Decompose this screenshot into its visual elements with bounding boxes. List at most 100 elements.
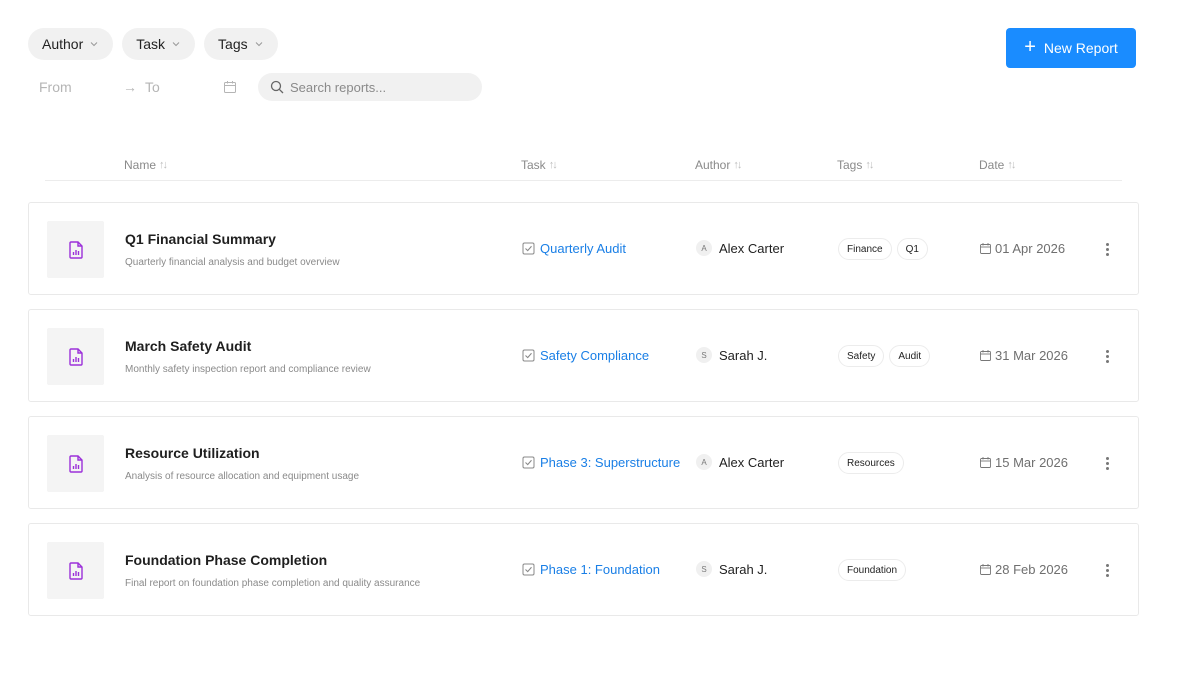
report-description: Quarterly financial analysis and budget … <box>125 257 340 268</box>
task-filter[interactable]: Task <box>122 28 196 60</box>
avatar: A <box>696 454 712 470</box>
column-header-name[interactable]: Name ↑↓ <box>124 158 168 172</box>
more-vertical-icon[interactable] <box>1099 346 1115 366</box>
report-description: Monthly safety inspection report and com… <box>125 364 371 375</box>
date-to-field[interactable]: To <box>145 79 160 95</box>
report-author-name: Alex Carter <box>719 240 785 256</box>
report-name[interactable]: Foundation Phase Completion <box>125 552 327 568</box>
report-thumbnail[interactable] <box>47 221 104 278</box>
column-header-tags[interactable]: Tags ↑↓ <box>837 158 874 172</box>
table-header: Name ↑↓ Task ↑↓ Author ↑↓ Tags ↑↓ Date ↑↓ <box>45 150 1122 181</box>
report-date-value: 01 Apr 2026 <box>995 241 1066 256</box>
tag-badge[interactable]: Audit <box>889 345 931 367</box>
report-row[interactable]: March Safety Audit Monthly safety inspec… <box>28 309 1139 402</box>
report-author: S Sarah J. <box>696 561 767 577</box>
report-date: 31 Mar 2026 <box>980 348 1068 363</box>
report-task-link[interactable]: Phase 1: Foundation <box>522 562 660 577</box>
sort-icon: ↑↓ <box>865 159 874 171</box>
report-date: 28 Feb 2026 <box>980 562 1068 577</box>
report-thumbnail[interactable] <box>47 542 104 599</box>
report-task-link[interactable]: Phase 3: Superstructure <box>522 455 680 470</box>
report-author-name: Sarah J. <box>719 347 768 363</box>
report-task-label: Phase 1: Foundation <box>540 562 660 577</box>
more-vertical-icon[interactable] <box>1099 239 1115 259</box>
report-author-name: Sarah J. <box>719 561 768 577</box>
calendar-icon <box>980 243 991 254</box>
search-input[interactable] <box>290 79 470 95</box>
report-date: 15 Mar 2026 <box>980 455 1068 470</box>
task-filter-label: Task <box>136 36 166 52</box>
report-chart-icon <box>68 561 83 580</box>
report-author: A Alex Carter <box>696 240 784 256</box>
sort-icon: ↑↓ <box>548 159 558 171</box>
report-task-label: Safety Compliance <box>540 348 650 363</box>
report-author-name: Alex Carter <box>719 454 785 470</box>
report-description: Final report on foundation phase complet… <box>125 578 421 589</box>
tag-badge[interactable]: Finance <box>838 238 892 260</box>
report-tags: Finance Q1 <box>838 238 928 260</box>
checkbox-icon <box>522 563 535 576</box>
chevron-down-icon <box>172 42 180 47</box>
tag-badge[interactable]: Resources <box>838 452 904 474</box>
tag-badge[interactable]: Q1 <box>896 238 928 260</box>
report-date: 01 Apr 2026 <box>980 241 1065 256</box>
report-task-label: Phase 3: Superstructure <box>540 455 681 470</box>
column-header-task[interactable]: Task ↑↓ <box>521 158 558 172</box>
report-chart-icon <box>68 240 83 259</box>
arrow-right-icon: → <box>123 79 137 95</box>
checkbox-icon <box>522 242 535 255</box>
report-date-value: 15 Mar 2026 <box>995 455 1068 470</box>
more-vertical-icon[interactable] <box>1099 560 1115 580</box>
report-tags: Resources <box>838 452 904 474</box>
report-name[interactable]: Q1 Financial Summary <box>125 231 276 247</box>
calendar-icon <box>980 350 991 361</box>
search-box <box>258 73 482 101</box>
author-filter[interactable]: Author <box>28 28 114 60</box>
report-tags: Safety Audit <box>838 345 931 367</box>
checkbox-icon <box>522 349 535 362</box>
search-icon <box>270 80 284 94</box>
sort-icon: ↑↓ <box>1007 159 1016 171</box>
report-name[interactable]: March Safety Audit <box>125 338 251 354</box>
report-task-link[interactable]: Safety Compliance <box>522 348 649 363</box>
report-thumbnail[interactable] <box>47 328 104 385</box>
report-row[interactable]: Q1 Financial Summary Quarterly financial… <box>28 202 1139 295</box>
report-date-value: 31 Mar 2026 <box>995 348 1068 363</box>
avatar: S <box>696 561 712 577</box>
report-row[interactable]: Resource Utilization Analysis of resourc… <box>28 416 1139 509</box>
avatar: A <box>696 240 712 256</box>
sort-icon: ↑↓ <box>159 159 168 171</box>
report-task-link[interactable]: Quarterly Audit <box>522 241 626 256</box>
chevron-down-icon <box>255 42 262 47</box>
date-range-picker[interactable]: From → To <box>28 73 250 101</box>
calendar-icon <box>980 457 991 468</box>
new-report-label: New Report <box>1043 40 1118 56</box>
report-date-value: 28 Feb 2026 <box>995 562 1069 577</box>
report-author: S Sarah J. <box>696 347 767 363</box>
report-task-label: Quarterly Audit <box>540 241 626 256</box>
calendar-icon <box>980 564 991 575</box>
column-header-date[interactable]: Date ↑↓ <box>979 158 1016 172</box>
new-report-button[interactable]: + New Report <box>1006 28 1136 68</box>
report-thumbnail[interactable] <box>47 435 104 492</box>
report-name[interactable]: Resource Utilization <box>125 445 260 461</box>
report-description: Analysis of resource allocation and equi… <box>125 471 360 482</box>
report-tags: Foundation <box>838 559 907 581</box>
tags-filter[interactable]: Tags <box>204 28 278 60</box>
report-chart-icon <box>68 347 83 366</box>
author-filter-label: Author <box>42 36 84 52</box>
tags-filter-label: Tags <box>218 36 248 52</box>
tag-badge[interactable]: Safety <box>838 345 885 367</box>
date-from-field[interactable]: From <box>39 79 72 95</box>
filter-bar: Author Task Tags <box>28 28 278 60</box>
more-vertical-icon[interactable] <box>1099 453 1115 473</box>
avatar: S <box>696 347 712 363</box>
calendar-icon[interactable] <box>223 80 237 94</box>
checkbox-icon <box>522 456 535 469</box>
report-row[interactable]: Foundation Phase Completion Final report… <box>28 523 1139 616</box>
chevron-down-icon <box>90 42 98 47</box>
tag-badge[interactable]: Foundation <box>838 559 907 581</box>
column-header-author[interactable]: Author ↑↓ <box>695 158 742 172</box>
report-chart-icon <box>68 454 83 473</box>
sort-icon: ↑↓ <box>733 159 742 171</box>
